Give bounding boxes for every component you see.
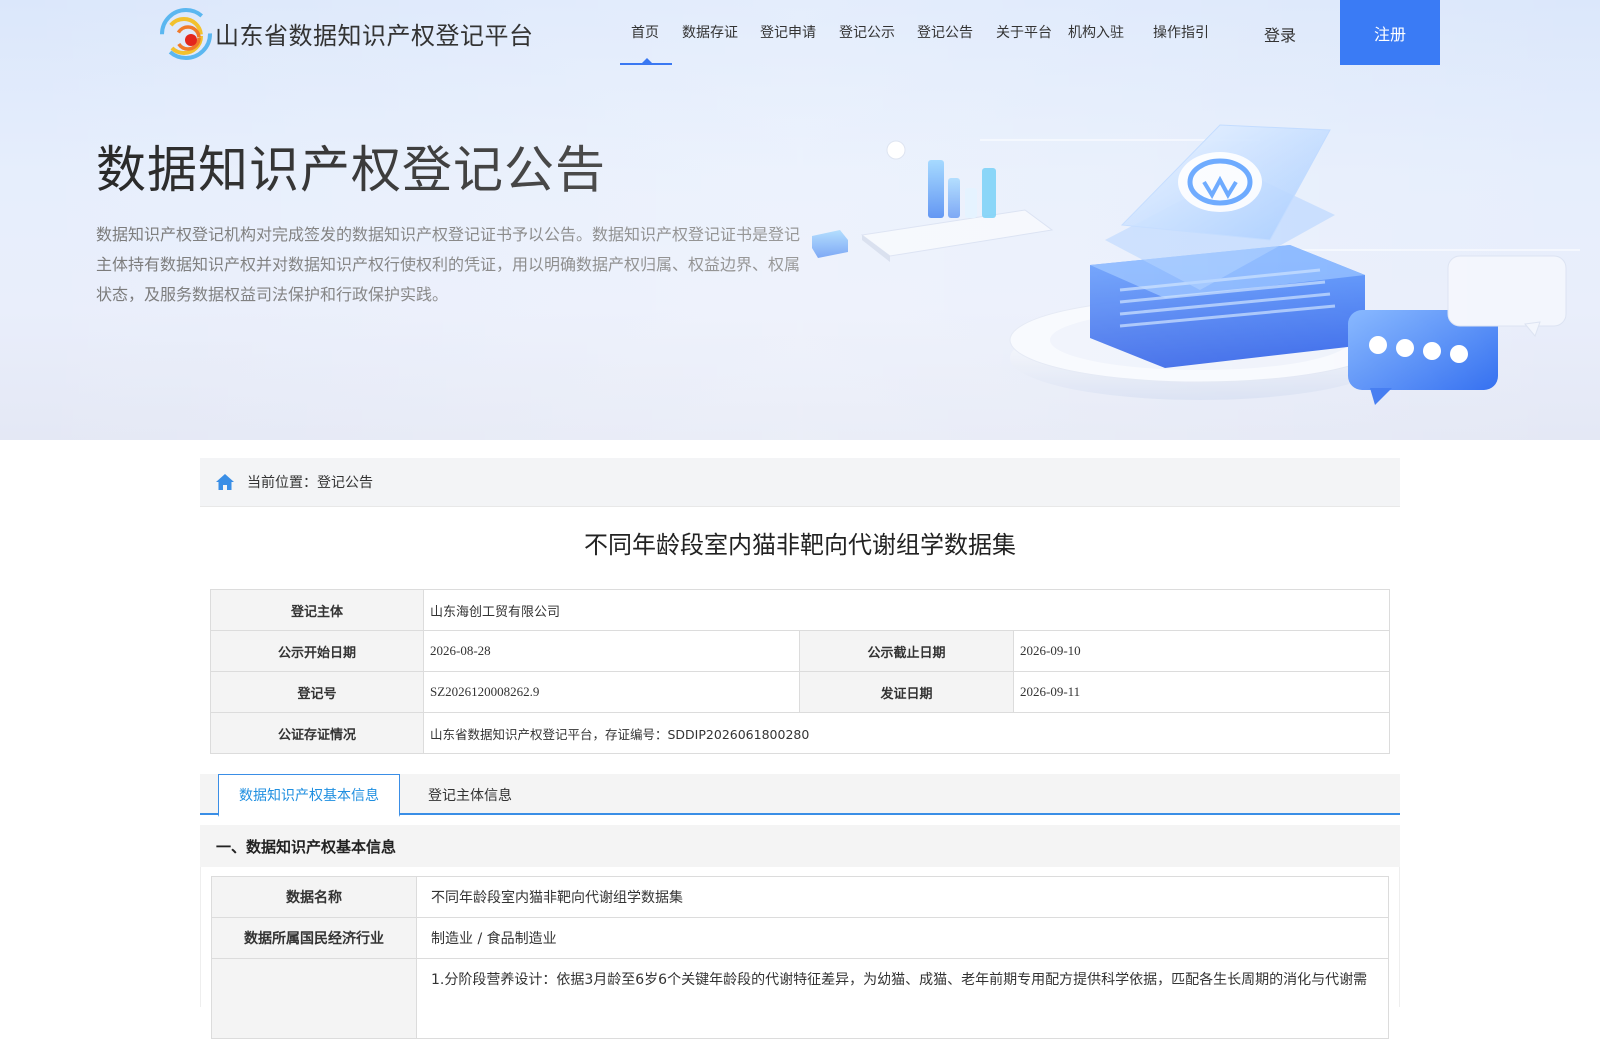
table-row: 登记主体 山东海创工贸有限公司 bbox=[210, 589, 1390, 631]
nav-item-operation-guide[interactable]: 操作指引 bbox=[1153, 22, 1209, 42]
platform-logo-icon bbox=[160, 8, 212, 60]
end-date-value: 2026-09-10 bbox=[1013, 630, 1390, 672]
hero-title: 数据知识产权登记公告 bbox=[96, 141, 606, 199]
nav-item-data-deposit[interactable]: 数据存证 bbox=[682, 22, 738, 42]
registrant-label: 登记主体 bbox=[210, 589, 424, 631]
description-value: 1.分阶段营养设计：依据3月龄至6岁6个关键年龄段的代谢特征差异，为幼猫、成猫、… bbox=[416, 958, 1389, 1039]
description-label bbox=[211, 958, 417, 1039]
data-name-value: 不同年龄段室内猫非靶向代谢组学数据集 bbox=[416, 876, 1389, 918]
top-navigation-bar: 山东省数据知识产权登记平台 首页 数据存证 登记申请 登记公示 登记公告 关于平… bbox=[0, 0, 1600, 65]
start-date-label: 公示开始日期 bbox=[210, 630, 424, 672]
tab-registrant-info[interactable]: 登记主体信息 bbox=[420, 774, 520, 815]
detail-tabs: 数据知识产权基本信息 登记主体信息 bbox=[200, 774, 1400, 817]
section-heading: 一、数据知识产权基本信息 bbox=[200, 825, 1400, 867]
nav-item-institution-join[interactable]: 机构入驻 bbox=[1068, 22, 1124, 42]
table-row: 数据名称 不同年龄段室内猫非靶向代谢组学数据集 bbox=[211, 876, 1389, 918]
registrant-value: 山东海创工贸有限公司 bbox=[423, 589, 1390, 631]
issue-date-label: 发证日期 bbox=[799, 671, 1014, 713]
hero-description: 数据知识产权登记机构对完成签发的数据知识产权登记证书予以公告。数据知识产权登记证… bbox=[96, 225, 801, 304]
table-row: 数据所属国民经济行业 制造业 / 食品制造业 bbox=[211, 917, 1389, 959]
data-name-label: 数据名称 bbox=[211, 876, 417, 918]
industry-value: 制造业 / 食品制造业 bbox=[416, 917, 1389, 959]
hero-banner: 山东省数据知识产权登记平台 首页 数据存证 登记申请 登记公示 登记公告 关于平… bbox=[0, 0, 1600, 440]
nav-item-registration-announcement[interactable]: 登记公告 bbox=[917, 22, 973, 42]
register-button[interactable]: 注册 bbox=[1340, 0, 1440, 65]
notary-value: 山东省数据知识产权登记平台，存证编号：SDDIP2026061800280 bbox=[423, 712, 1390, 754]
table-row: 登记号 SZ2026120008262.9 发证日期 2026-09-11 bbox=[210, 671, 1390, 713]
reg-no-label: 登记号 bbox=[210, 671, 424, 713]
nav-item-home[interactable]: 首页 bbox=[631, 22, 659, 42]
industry-label: 数据所属国民经济行业 bbox=[211, 917, 417, 959]
record-title: 不同年龄段室内猫非靶向代谢组学数据集 bbox=[584, 531, 1016, 559]
issue-date-value: 2026-09-11 bbox=[1013, 671, 1390, 713]
basic-info-table: 数据名称 不同年龄段室内猫非靶向代谢组学数据集 数据所属国民经济行业 制造业 /… bbox=[211, 876, 1389, 1039]
end-date-label: 公示截止日期 bbox=[799, 630, 1014, 672]
nav-item-about-platform[interactable]: 关于平台 bbox=[996, 22, 1052, 42]
tab-basic-info[interactable]: 数据知识产权基本信息 bbox=[218, 774, 400, 817]
nav-item-registration-apply[interactable]: 登记申请 bbox=[760, 22, 816, 42]
nav-active-indicator bbox=[620, 58, 672, 65]
table-row: 公示开始日期 2026-08-28 公示截止日期 2026-09-10 bbox=[210, 630, 1390, 672]
reg-no-value: SZ2026120008262.9 bbox=[423, 671, 800, 713]
table-row: 公证存证情况 山东省数据知识产权登记平台，存证编号：SDDIP202606180… bbox=[210, 712, 1390, 754]
notary-label: 公证存证情况 bbox=[210, 712, 424, 754]
home-icon[interactable] bbox=[215, 473, 235, 491]
record-summary-table: 登记主体 山东海创工贸有限公司 公示开始日期 2026-08-28 公示截止日期… bbox=[210, 589, 1390, 754]
table-row: 1.分阶段营养设计：依据3月龄至6岁6个关键年龄段的代谢特征差异，为幼猫、成猫、… bbox=[211, 958, 1389, 1039]
start-date-value: 2026-08-28 bbox=[423, 630, 800, 672]
breadcrumb-text: 当前位置：登记公告 bbox=[247, 475, 373, 491]
hero-illustration bbox=[812, 124, 1580, 405]
login-link[interactable]: 登录 bbox=[1264, 22, 1296, 46]
site-title: 山东省数据知识产权登记平台 bbox=[215, 22, 534, 50]
breadcrumb: 当前位置：登记公告 bbox=[200, 458, 1400, 507]
nav-item-registration-publicity[interactable]: 登记公示 bbox=[839, 22, 895, 42]
